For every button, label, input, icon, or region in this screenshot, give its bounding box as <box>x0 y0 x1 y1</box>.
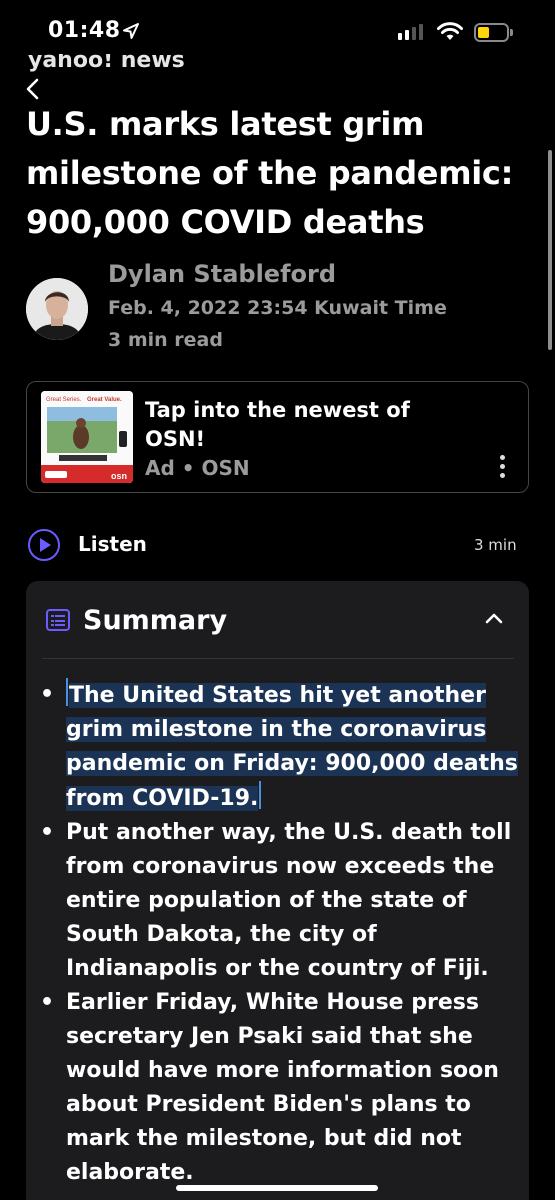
ad-sponsor-label: Ad • OSN <box>145 456 250 480</box>
summary-card: Summary The United States hit yet anothe… <box>26 581 529 1200</box>
text-selection-handle[interactable] <box>259 781 262 809</box>
selected-text[interactable]: The United States hit yet another grim m… <box>66 683 518 811</box>
status-time: 01:48 <box>48 18 121 43</box>
play-icon[interactable] <box>28 529 60 561</box>
listen-duration: 3 min <box>474 536 517 554</box>
more-options-icon[interactable] <box>497 455 507 481</box>
svg-text:Great Value.: Great Value. <box>87 397 122 403</box>
scrollbar[interactable] <box>548 150 552 350</box>
cellular-signal-icon <box>398 24 423 40</box>
ad-title[interactable]: Tap into the newest of OSN! <box>145 396 445 454</box>
battery-icon <box>474 23 513 42</box>
ad-card[interactable]: Great Series. Great Value. osn Tap into … <box>26 381 529 493</box>
home-indicator[interactable] <box>176 1185 378 1191</box>
publish-date: Feb. 4, 2022 23:54 Kuwait Time <box>108 297 447 319</box>
back-chevron-icon[interactable] <box>22 76 44 102</box>
location-arrow-icon <box>123 23 139 39</box>
author-avatar[interactable] <box>26 278 88 340</box>
svg-text:osn: osn <box>111 471 127 481</box>
ad-image[interactable]: Great Series. Great Value. osn <box>41 391 133 483</box>
listen-button[interactable]: Listen <box>78 532 147 556</box>
brand-logo: yahoo! news <box>28 54 185 73</box>
svg-text:Great Series.: Great Series. <box>46 397 82 403</box>
summary-list: The United States hit yet another grim m… <box>40 678 520 1190</box>
summary-bullet[interactable]: Earlier Friday, White House press secret… <box>40 986 520 1190</box>
status-bar: 01:48 <box>0 0 555 62</box>
summary-title: Summary <box>83 605 228 636</box>
wifi-icon <box>437 22 463 40</box>
summary-bullet[interactable]: Put another way, the U.S. death toll fro… <box>40 816 520 986</box>
list-icon <box>46 609 70 631</box>
article-title: U.S. marks latest grim milestone of the … <box>26 105 514 241</box>
divider <box>42 658 514 659</box>
chevron-up-icon[interactable] <box>484 611 504 625</box>
summary-bullet[interactable]: The United States hit yet another grim m… <box>40 678 520 816</box>
author-name[interactable]: Dylan Stableford <box>108 260 336 288</box>
read-time: 3 min read <box>108 329 223 351</box>
